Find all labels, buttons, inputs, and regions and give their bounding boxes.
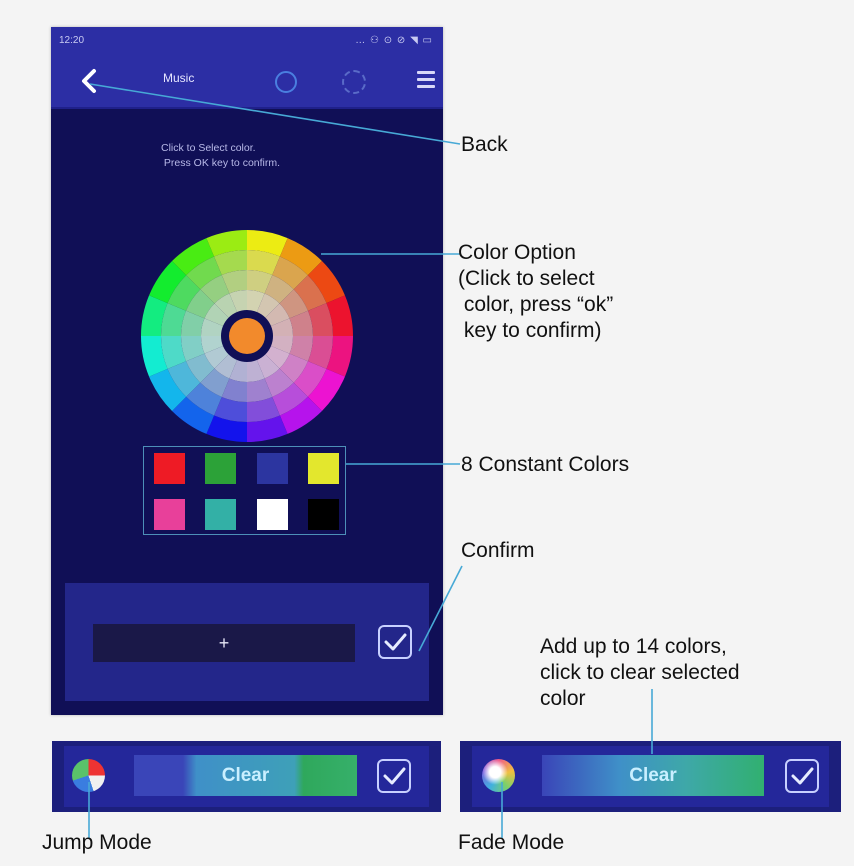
- confirm-button[interactable]: [378, 625, 412, 659]
- color-swatch-white[interactable]: [257, 499, 288, 530]
- fade-mode-strip: Clear: [460, 741, 841, 812]
- status-icons: … ⚇ ⊙ ⊘ ◥ ▭: [355, 35, 433, 46]
- back-arrow-icon: [82, 69, 96, 93]
- mode-circle-icon[interactable]: [275, 71, 297, 93]
- color-swatch-green[interactable]: [205, 453, 236, 484]
- callout-confirm: Confirm: [461, 539, 535, 562]
- color-swatch-red[interactable]: [154, 453, 185, 484]
- callout-jump-mode: Jump Mode: [42, 831, 152, 854]
- check-icon: [791, 767, 814, 785]
- menu-icon[interactable]: [417, 71, 435, 89]
- color-swatch-yellow[interactable]: [308, 453, 339, 484]
- jump-confirm-button[interactable]: [377, 759, 411, 793]
- callout-back: Back: [461, 133, 508, 156]
- selected-colors-panel: +: [65, 583, 429, 701]
- color-wheel-center[interactable]: [229, 318, 265, 354]
- color-swatch-black[interactable]: [308, 499, 339, 530]
- constant-colors-panel: [143, 446, 346, 535]
- callout-color-option: Color Option (Click to select color, pre…: [458, 241, 614, 342]
- callout-add-colors: Add up to 14 colors, click to clear sele…: [540, 635, 740, 710]
- add-color-button[interactable]: +: [93, 624, 355, 662]
- back-button[interactable]: [75, 63, 105, 99]
- color-swatch-cyan[interactable]: [205, 499, 236, 530]
- check-icon: [383, 767, 406, 785]
- status-bar: 12:20 … ⚇ ⊙ ⊘ ◥ ▭: [51, 27, 443, 55]
- status-time: 12:20: [59, 35, 85, 46]
- jump-mode-strip: Clear: [52, 741, 441, 812]
- phone-screen: 12:20 … ⚇ ⊙ ⊘ ◥ ▭ Music Click to Select …: [51, 27, 443, 715]
- callout-constant-colors: 8 Constant Colors: [461, 453, 630, 476]
- callout-fade-mode: Fade Mode: [458, 831, 565, 854]
- nav-bar: Music: [51, 55, 443, 109]
- clear-button[interactable]: Clear: [542, 755, 764, 796]
- fade-confirm-button[interactable]: [785, 759, 819, 793]
- instruction-text: Click to Select color. Press OK key to c…: [161, 142, 281, 169]
- check-icon: [384, 633, 407, 651]
- nav-title: Music: [163, 71, 195, 85]
- timer-gear-icon[interactable]: [342, 70, 366, 94]
- color-swatch-pink[interactable]: [154, 499, 185, 530]
- clear-button[interactable]: Clear: [134, 755, 357, 796]
- fade-mode-icon[interactable]: [482, 759, 515, 792]
- color-swatch-blue[interactable]: [257, 453, 288, 484]
- color-wheel[interactable]: [141, 230, 353, 442]
- jump-mode-icon[interactable]: [72, 759, 105, 792]
